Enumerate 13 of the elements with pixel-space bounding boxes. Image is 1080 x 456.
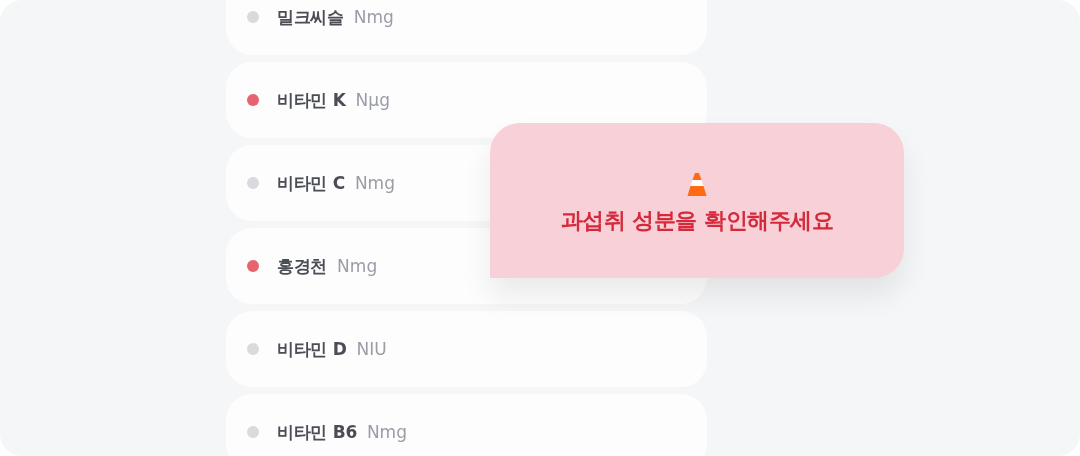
ingredient-amount: NIU (356, 339, 387, 359)
ingredient-amount: Nmg (353, 7, 394, 27)
alert-message: 과섭취 성분을 확인해주세요 (560, 206, 834, 235)
ingredient-amount: Nmg (366, 422, 407, 442)
ingredient-amount: Nmg (337, 256, 378, 276)
ingredient-name: 비타민 B6 (277, 420, 357, 444)
ingredient-name: 홍경천 (277, 254, 328, 278)
ingredient-name: 비타민 D (277, 337, 347, 361)
ingredient-name: 비타민 C (277, 171, 345, 195)
ingredient-name: 비타민 K (277, 88, 346, 112)
ingredient-amount: Nmg (354, 173, 395, 193)
ingredient-amount: Nμg (355, 90, 390, 110)
ingredient-name: 밀크씨슬 (277, 5, 344, 29)
